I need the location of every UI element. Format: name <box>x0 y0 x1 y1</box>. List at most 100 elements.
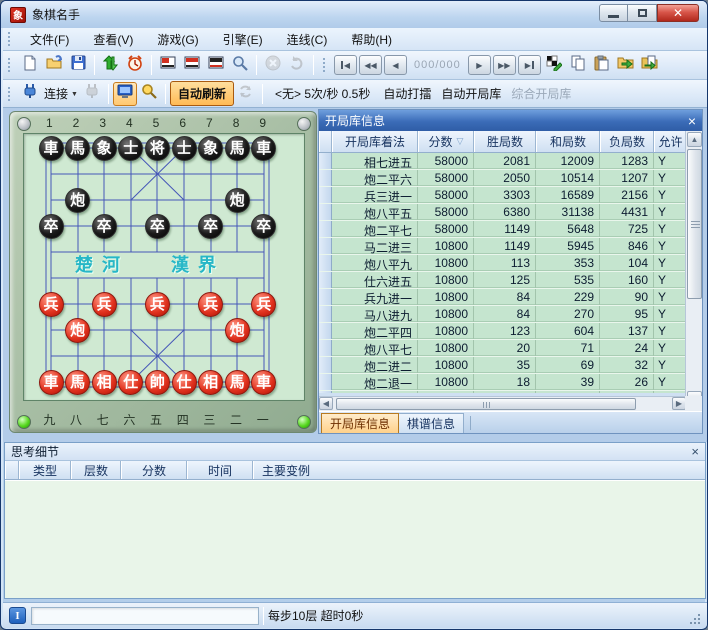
piece-black[interactable]: 卒 <box>92 214 117 239</box>
piece-red[interactable]: 兵 <box>92 292 117 317</box>
toolbar-grip[interactable] <box>323 58 327 72</box>
toolbar-grip[interactable] <box>8 58 12 72</box>
scroll-left-icon[interactable]: ◀ <box>319 397 333 410</box>
zoom-board-button[interactable] <box>228 53 252 77</box>
piece-red[interactable]: 帥 <box>145 370 170 395</box>
close-icon[interactable]: × <box>691 446 699 458</box>
load-book-button[interactable] <box>614 53 638 77</box>
column-header-pv[interactable]: 主要变例 <box>253 461 705 479</box>
restore-button[interactable] <box>628 4 657 22</box>
board-red-top-button[interactable] <box>180 53 204 77</box>
menu-item[interactable]: 文件(F) <box>18 28 81 51</box>
piece-black[interactable]: 象 <box>198 136 223 161</box>
vertical-scrollbar[interactable]: ▲ ▼ <box>685 131 702 407</box>
piece-red[interactable]: 仕 <box>118 370 143 395</box>
tab-game-record[interactable]: 棋谱信息 <box>399 413 464 433</box>
copy-button[interactable] <box>566 53 590 77</box>
chevron-down-icon[interactable]: ▼ <box>71 91 78 98</box>
piece-red[interactable]: 馬 <box>65 370 90 395</box>
piece-black[interactable]: 卒 <box>198 214 223 239</box>
minimize-button[interactable] <box>599 4 628 22</box>
edit-position-button[interactable] <box>542 53 566 77</box>
column-header-allow[interactable]: 允许 <box>654 131 686 152</box>
table-row[interactable]: 炮二退一 10800 18 39 26 Y <box>319 374 686 391</box>
horizontal-scrollbar[interactable]: ◀ ▶ <box>319 396 686 411</box>
piece-black[interactable]: 卒 <box>251 214 276 239</box>
piece-red[interactable]: 兵 <box>198 292 223 317</box>
table-row[interactable]: 炮二平四 10800 123 604 137 Y <box>319 323 686 340</box>
scan-board-button[interactable] <box>137 82 161 106</box>
table-row[interactable]: 相七进五 58000 2081 12009 1283 Y <box>319 153 686 170</box>
close-button[interactable]: ✕ <box>657 4 699 22</box>
nav-fast-forward-button[interactable]: ▶▶ <box>493 55 516 75</box>
piece-red[interactable]: 仕 <box>172 370 197 395</box>
title-bar[interactable]: 象 象棋名手 ✕ <box>1 1 707 28</box>
think-panel-header[interactable]: 思考细节 × <box>5 443 705 461</box>
panel-header[interactable]: 开局库信息 × <box>319 110 702 131</box>
column-header-losses[interactable]: 负局数 <box>600 131 654 152</box>
table-row[interactable]: 炮八平七 10800 20 71 24 Y <box>319 340 686 357</box>
piece-black[interactable]: 将 <box>145 136 170 161</box>
table-row[interactable]: 炮八平九 10800 113 353 104 Y <box>319 255 686 272</box>
table-row[interactable]: 炮二平六 58000 2050 10514 1207 Y <box>319 170 686 187</box>
menu-item[interactable]: 引擎(E) <box>211 28 275 51</box>
piece-black[interactable]: 炮 <box>65 188 90 213</box>
connect-label[interactable]: 连接 <box>44 85 68 102</box>
paste-button[interactable] <box>590 53 614 77</box>
piece-red[interactable]: 炮 <box>225 318 250 343</box>
save-button[interactable] <box>66 53 90 77</box>
new-game-button[interactable] <box>18 53 42 77</box>
piece-black[interactable]: 象 <box>92 136 117 161</box>
column-header-time[interactable]: 时间 <box>187 461 253 479</box>
piece-red[interactable]: 兵 <box>251 292 276 317</box>
piece-black[interactable]: 車 <box>39 136 64 161</box>
scroll-right-icon[interactable]: ▶ <box>672 397 686 410</box>
auto-refresh-button[interactable]: 自动刷新 <box>170 81 234 106</box>
toolbar-grip[interactable] <box>8 87 12 101</box>
auto-book-button[interactable]: 自动开局库 <box>436 82 506 105</box>
toolbar-grip[interactable] <box>8 32 12 46</box>
table-row[interactable]: 车一进一 10800 214 36 371 Y <box>319 391 686 393</box>
column-header-type[interactable]: 类型 <box>19 461 71 479</box>
column-header-depth[interactable]: 层数 <box>71 461 121 479</box>
piece-red[interactable]: 炮 <box>65 318 90 343</box>
vertical-scroll-thumb[interactable] <box>687 149 702 299</box>
close-icon[interactable]: × <box>688 114 696 128</box>
board-red-corner-button[interactable] <box>156 53 180 77</box>
table-row[interactable]: 仕六进五 10800 125 535 160 Y <box>319 272 686 289</box>
piece-black[interactable]: 士 <box>172 136 197 161</box>
column-header-score[interactable]: 分数 <box>121 461 187 479</box>
column-header-move[interactable]: 开局库着法 <box>332 131 418 152</box>
table-row[interactable]: 兵九进一 10800 84 229 90 Y <box>319 289 686 306</box>
connect-button[interactable] <box>18 82 42 106</box>
scroll-up-icon[interactable]: ▲ <box>687 132 702 147</box>
board-black-top-button[interactable] <box>204 53 228 77</box>
timer-button[interactable] <box>123 53 147 77</box>
menu-item[interactable]: 帮助(H) <box>339 28 404 51</box>
piece-black[interactable]: 馬 <box>65 136 90 161</box>
open-button[interactable] <box>42 53 66 77</box>
nav-first-button[interactable]: ◀ <box>334 55 357 75</box>
piece-red[interactable]: 車 <box>39 370 64 395</box>
menu-item[interactable]: 查看(V) <box>81 28 145 51</box>
piece-red[interactable]: 兵 <box>145 292 170 317</box>
menu-item[interactable]: 连线(C) <box>275 28 340 51</box>
piece-black[interactable]: 卒 <box>39 214 64 239</box>
piece-red[interactable]: 相 <box>92 370 117 395</box>
piece-red[interactable]: 兵 <box>39 292 64 317</box>
piece-black[interactable]: 士 <box>118 136 143 161</box>
column-header-draws[interactable]: 和局数 <box>536 131 600 152</box>
piece-red[interactable]: 相 <box>198 370 223 395</box>
column-header-wins[interactable]: 胜局数 <box>474 131 536 152</box>
table-row[interactable]: 马八进九 10800 84 270 95 Y <box>319 306 686 323</box>
resize-grip[interactable] <box>690 612 702 624</box>
nav-fast-back-button[interactable]: ◀◀ <box>359 55 382 75</box>
table-row[interactable]: 炮八平五 58000 6380 31138 4431 Y <box>319 204 686 221</box>
auto-arena-button[interactable]: 自动打擂 <box>378 82 436 105</box>
horizontal-scroll-thumb[interactable] <box>336 398 636 410</box>
table-row[interactable]: 马二进三 10800 1149 5945 846 Y <box>319 238 686 255</box>
tab-opening-book[interactable]: 开局库信息 <box>321 413 399 433</box>
table-row[interactable]: 兵三进一 58000 3303 16589 2156 Y <box>319 187 686 204</box>
save-book-button[interactable] <box>638 53 662 77</box>
watch-board-button[interactable] <box>113 82 137 106</box>
